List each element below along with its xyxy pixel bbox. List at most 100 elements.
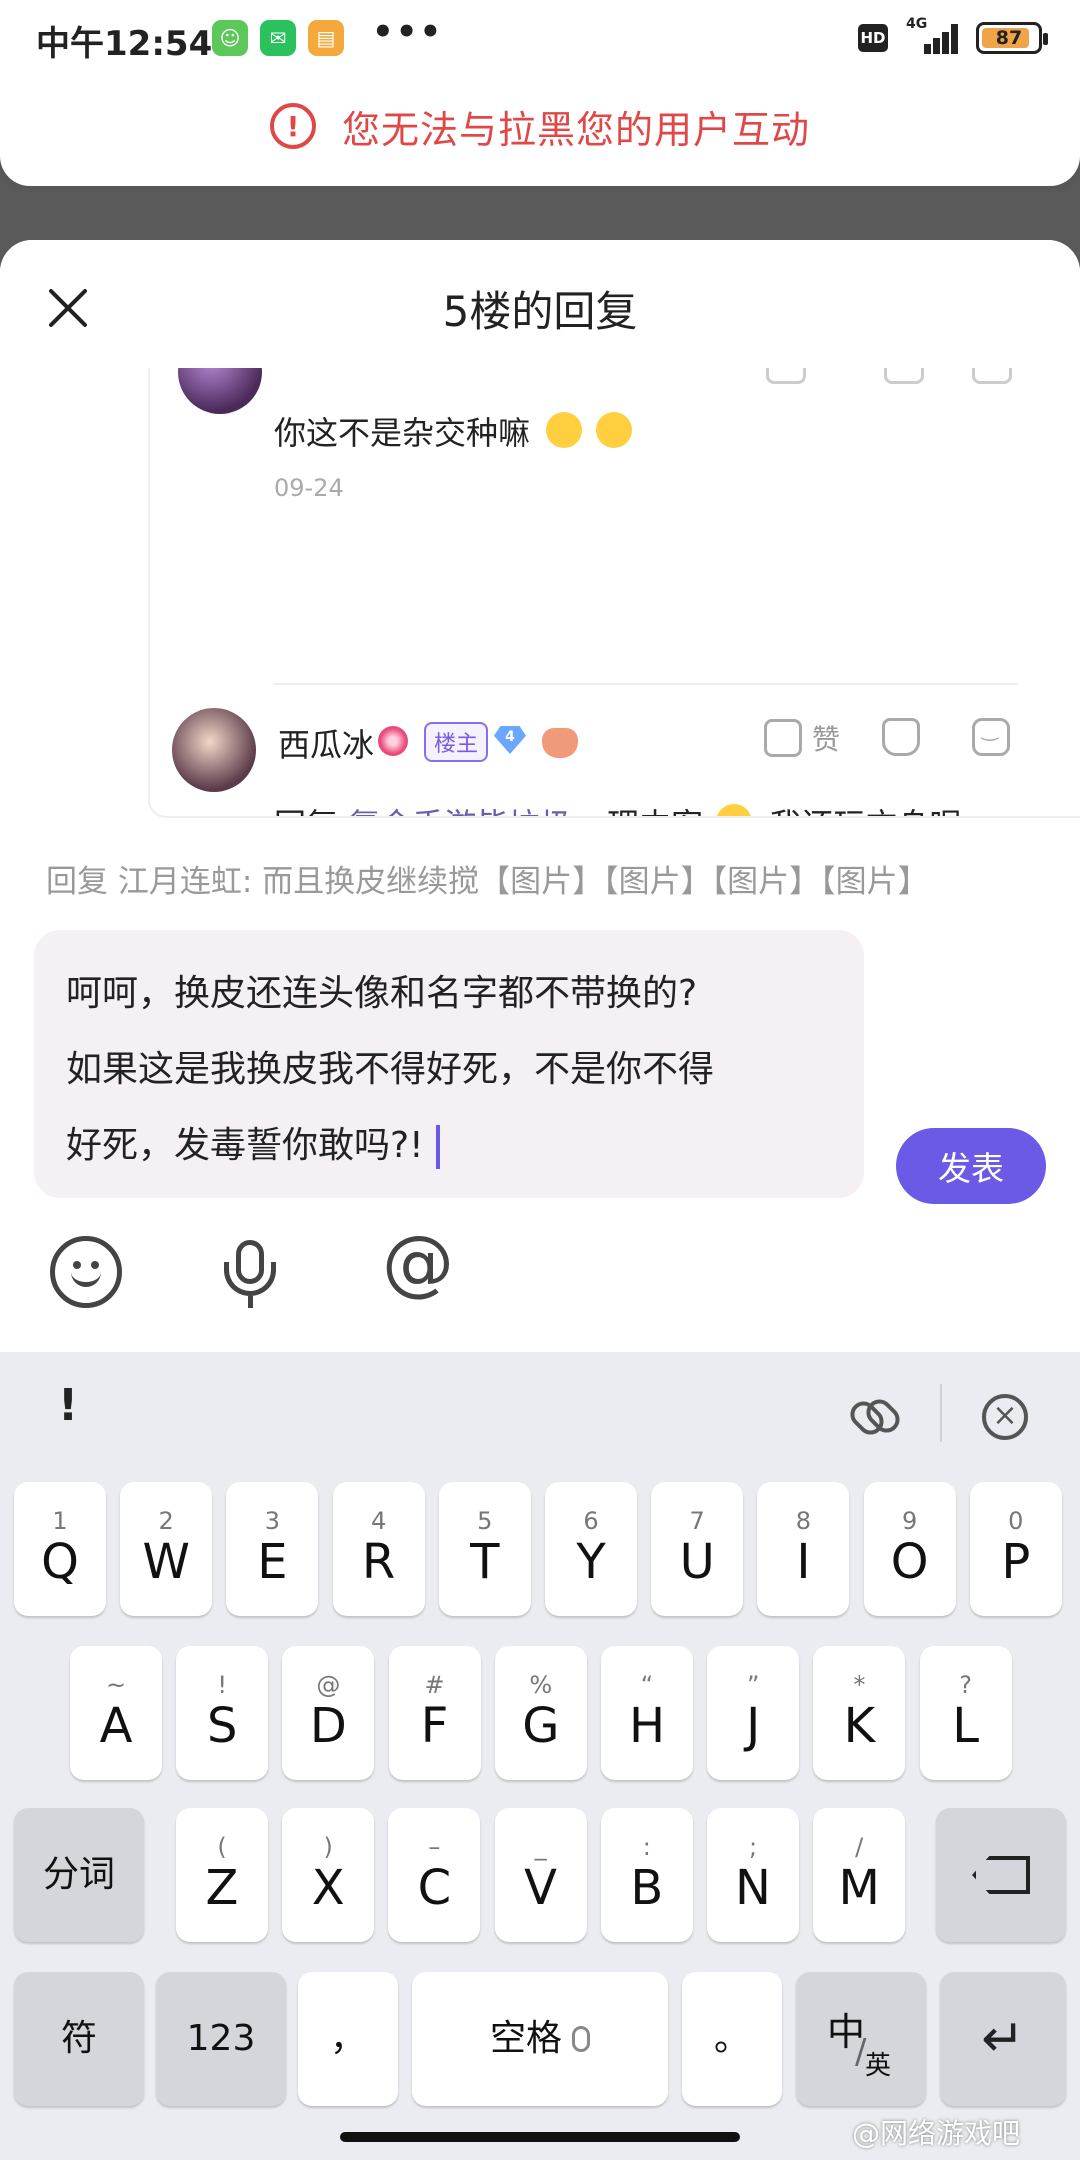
key-g[interactable]: % G bbox=[494, 1646, 587, 1780]
period-key[interactable]: 。 bbox=[682, 1972, 782, 2106]
avatar[interactable] bbox=[172, 708, 256, 792]
key-k[interactable]: * K bbox=[813, 1646, 906, 1780]
reply-button[interactable] bbox=[972, 717, 1010, 756]
reply-input[interactable]: 呵呵，换皮还连头像和名字都不带换的? 如果这是我换皮我不得好死，不是你不得 好死… bbox=[34, 930, 864, 1198]
key-label: C bbox=[417, 1860, 452, 1916]
key-hint: 1 bbox=[52, 1507, 68, 1535]
battery-percent: 87 bbox=[995, 27, 1023, 49]
watermark: @网络游戏吧 bbox=[852, 2117, 1021, 2150]
reply-context: 回复 江月连虹: 而且换皮继续搅【图片】【图片】【图片】【图片】 bbox=[46, 864, 929, 900]
key-label: A bbox=[99, 1698, 133, 1754]
key-hint: 7 bbox=[689, 1507, 705, 1535]
key-hint: ; bbox=[748, 1833, 758, 1861]
chat-icon[interactable] bbox=[972, 368, 1012, 384]
key-label: U bbox=[679, 1534, 715, 1590]
send-button[interactable]: 发表 bbox=[896, 1128, 1046, 1204]
thumb-down-icon bbox=[882, 718, 920, 756]
mic-icon bbox=[572, 2026, 590, 2052]
avatar[interactable] bbox=[178, 368, 262, 414]
backspace-key[interactable] bbox=[936, 1808, 1066, 1942]
more-notifications-icon: ••• bbox=[372, 12, 444, 52]
top-banner: 中午12:54 ☺ ✉ ▤ ••• HD 4G 87 ! 您无法与拉黑您的用户互… bbox=[0, 0, 1080, 186]
key-r[interactable]: 4R bbox=[332, 1482, 425, 1616]
key-label: E bbox=[257, 1534, 288, 1590]
notes-icon: ▤ bbox=[308, 20, 344, 56]
key-label: F bbox=[420, 1698, 449, 1754]
username[interactable]: 西瓜冰 bbox=[278, 720, 374, 766]
key-s[interactable]: ! S bbox=[176, 1646, 269, 1780]
key-j[interactable]: ” J bbox=[707, 1646, 800, 1780]
symbols-key[interactable]: 符 bbox=[14, 1972, 144, 2106]
key-label: X bbox=[311, 1860, 345, 1916]
flower-icon bbox=[378, 726, 408, 756]
key-o[interactable]: 9O bbox=[863, 1482, 956, 1616]
key-hint: ” bbox=[746, 1671, 760, 1699]
key-t[interactable]: 5T bbox=[438, 1482, 531, 1616]
divider bbox=[274, 683, 1018, 685]
battery-icon: 87 bbox=[976, 22, 1048, 54]
enter-key[interactable]: ↵ bbox=[940, 1972, 1066, 2106]
key-q[interactable]: 1Q bbox=[14, 1482, 106, 1616]
smile-icon[interactable] bbox=[50, 1236, 122, 1308]
key-l[interactable]: ? L bbox=[919, 1646, 1012, 1780]
key-label: B bbox=[630, 1860, 664, 1916]
key-z[interactable]: (Z bbox=[176, 1808, 268, 1942]
key-hint: 4 bbox=[370, 1507, 387, 1535]
key-h[interactable]: “H bbox=[601, 1646, 693, 1780]
dislike-button[interactable] bbox=[882, 718, 920, 756]
key-label: J bbox=[746, 1698, 761, 1754]
block-warning: ! 您无法与拉黑您的用户互动 bbox=[0, 96, 1080, 156]
key-label: D bbox=[309, 1698, 347, 1754]
input-line: 好死，发毒誓你敢吗?! bbox=[66, 1108, 832, 1184]
key-d[interactable]: @ D bbox=[282, 1646, 375, 1780]
key-u[interactable]: 7U bbox=[651, 1482, 744, 1616]
key-m[interactable]: / M bbox=[813, 1808, 906, 1942]
space-key[interactable]: 空格 bbox=[412, 1972, 668, 2106]
key-v[interactable]: _ V bbox=[494, 1808, 587, 1942]
key-hint: 9 bbox=[901, 1507, 918, 1535]
key-label: W bbox=[142, 1534, 190, 1590]
key-label: Q bbox=[41, 1534, 79, 1590]
key-b[interactable]: :B bbox=[600, 1808, 693, 1942]
key-hint: ! bbox=[217, 1671, 227, 1699]
comment-thread: 你这不是杂交种嘛 09-24 西瓜冰 楼主 4 赞 回复 氪金手游皆垃圾 :理中… bbox=[148, 368, 1080, 818]
enter-icon: ↵ bbox=[981, 2009, 1025, 2069]
clear-icon[interactable]: × bbox=[982, 1394, 1028, 1440]
key-f[interactable]: # F bbox=[388, 1646, 481, 1780]
key-hint: ) bbox=[323, 1833, 333, 1861]
key-p[interactable]: 0P bbox=[969, 1482, 1062, 1616]
like-button[interactable]: 赞 bbox=[764, 718, 840, 758]
yawn-emoji-icon bbox=[596, 412, 632, 448]
suggestion-item[interactable]: ! bbox=[58, 1380, 78, 1431]
home-indicator[interactable] bbox=[340, 2132, 740, 2142]
key-hint: 6 bbox=[583, 1507, 599, 1535]
thumb-up-icon[interactable] bbox=[766, 368, 806, 384]
thumb-down-icon[interactable] bbox=[884, 368, 924, 384]
key-hint: 5 bbox=[477, 1507, 493, 1535]
language-switch-key[interactable]: 中 / 英 bbox=[796, 1972, 926, 2106]
segment-key[interactable]: 分词 bbox=[14, 1808, 144, 1942]
key-c[interactable]: – C bbox=[388, 1808, 481, 1942]
comma-key[interactable]: ， bbox=[298, 1972, 398, 2106]
divider bbox=[940, 1384, 942, 1442]
status-time: 中午12:54 bbox=[36, 24, 213, 64]
key-label: T bbox=[470, 1534, 500, 1590]
reply-sheet: 5楼的回复 你这不是杂交种嘛 09-24 西瓜冰 楼主 4 赞 ‿ 回复 江月连… bbox=[0, 240, 1080, 1360]
key-hint: “ bbox=[640, 1671, 654, 1699]
numbers-key[interactable]: 123 bbox=[156, 1972, 286, 2106]
mic-icon[interactable] bbox=[214, 1236, 286, 1308]
warning-text: 您无法与拉黑您的用户互动 bbox=[341, 107, 810, 152]
key-i[interactable]: 8I bbox=[757, 1482, 850, 1616]
app-notification-icon: ☺ bbox=[212, 20, 248, 56]
key-a[interactable]: ~ A bbox=[70, 1646, 162, 1780]
key-label: V bbox=[524, 1860, 558, 1916]
key-n[interactable]: ; N bbox=[707, 1808, 799, 1942]
key-e[interactable]: 3E bbox=[226, 1482, 319, 1616]
link-icon[interactable] bbox=[845, 1394, 905, 1440]
input-line: 如果这是我换皮我不得好死，不是你不得 bbox=[66, 1049, 715, 1090]
mention-link[interactable]: 氪金手游皆垃圾 bbox=[348, 806, 572, 816]
key-y[interactable]: 6Y bbox=[545, 1482, 637, 1616]
key-x[interactable]: ) X bbox=[282, 1808, 375, 1942]
key-w[interactable]: 2W bbox=[120, 1482, 213, 1616]
at-icon[interactable]: @ bbox=[382, 1226, 454, 1298]
